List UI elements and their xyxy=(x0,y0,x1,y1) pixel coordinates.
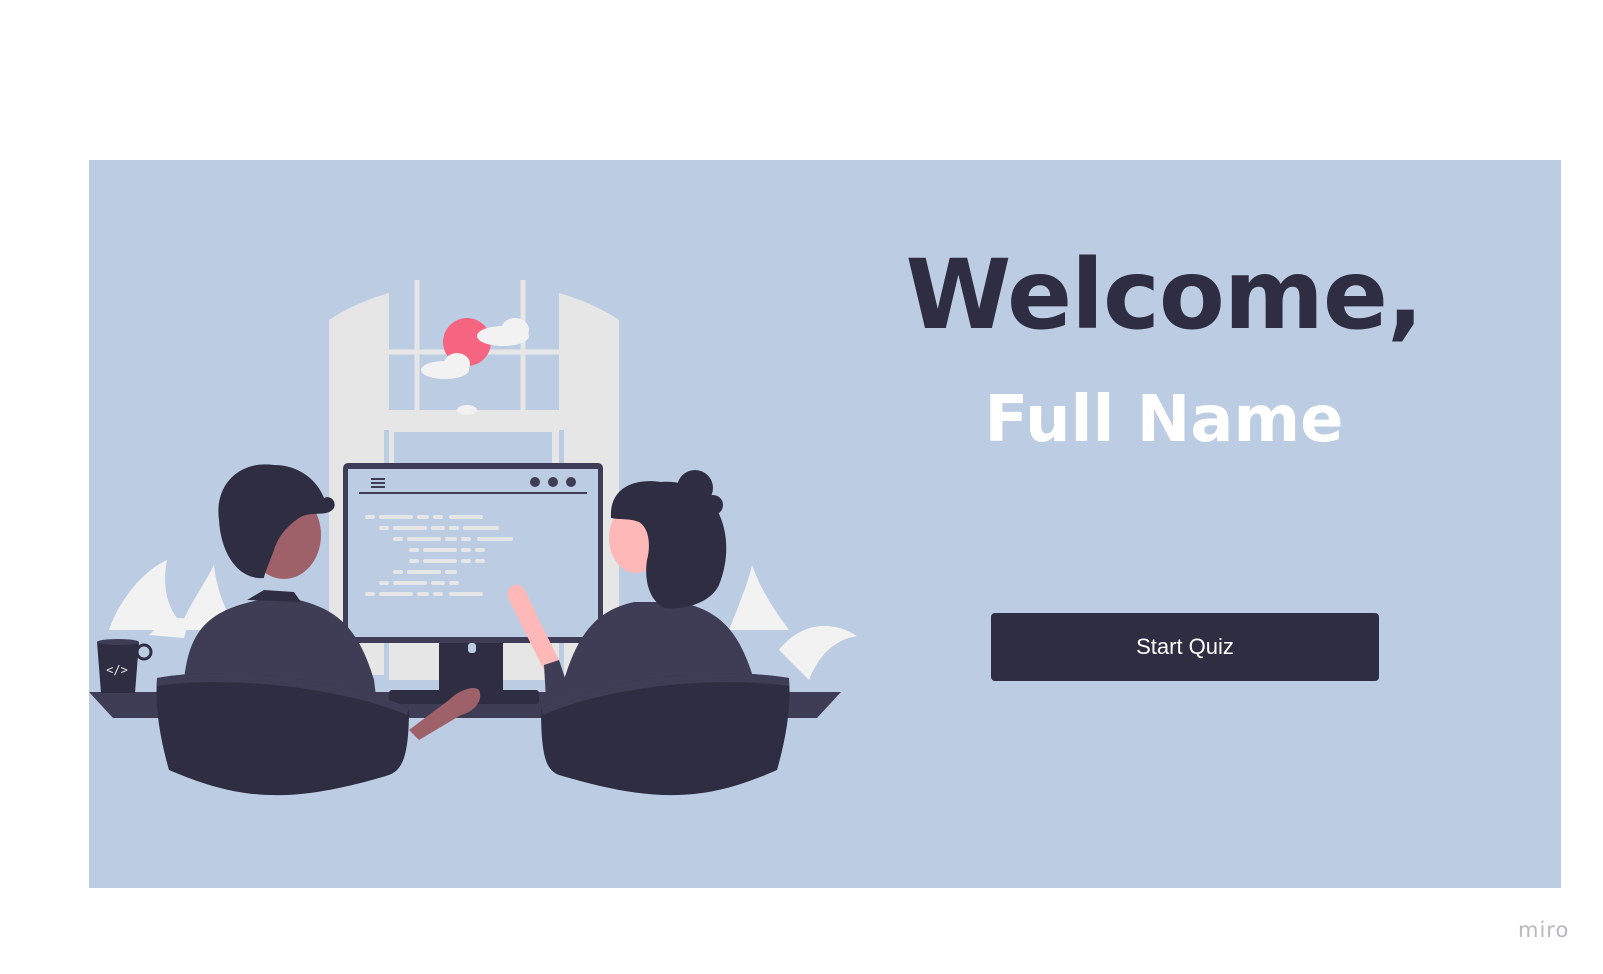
welcome-card: </> Welcome, Full Name Start Quiz xyxy=(89,160,1561,888)
miro-brand-logo: miro xyxy=(1518,918,1570,942)
coffee-mug-icon: </> xyxy=(97,639,153,693)
start-quiz-button[interactable]: Start Quiz xyxy=(991,613,1379,681)
welcome-heading: Welcome, xyxy=(905,239,1424,351)
quiz-welcome-page: </> Welcome, Full Name Start Quiz miro xyxy=(0,0,1603,974)
plant-right xyxy=(729,565,857,680)
window-dots-icon xyxy=(530,477,576,487)
full-name-text: Full Name xyxy=(984,383,1344,457)
two-developers-at-computer-illustration: </> xyxy=(89,280,857,796)
mug-code-symbol: </> xyxy=(106,663,128,677)
